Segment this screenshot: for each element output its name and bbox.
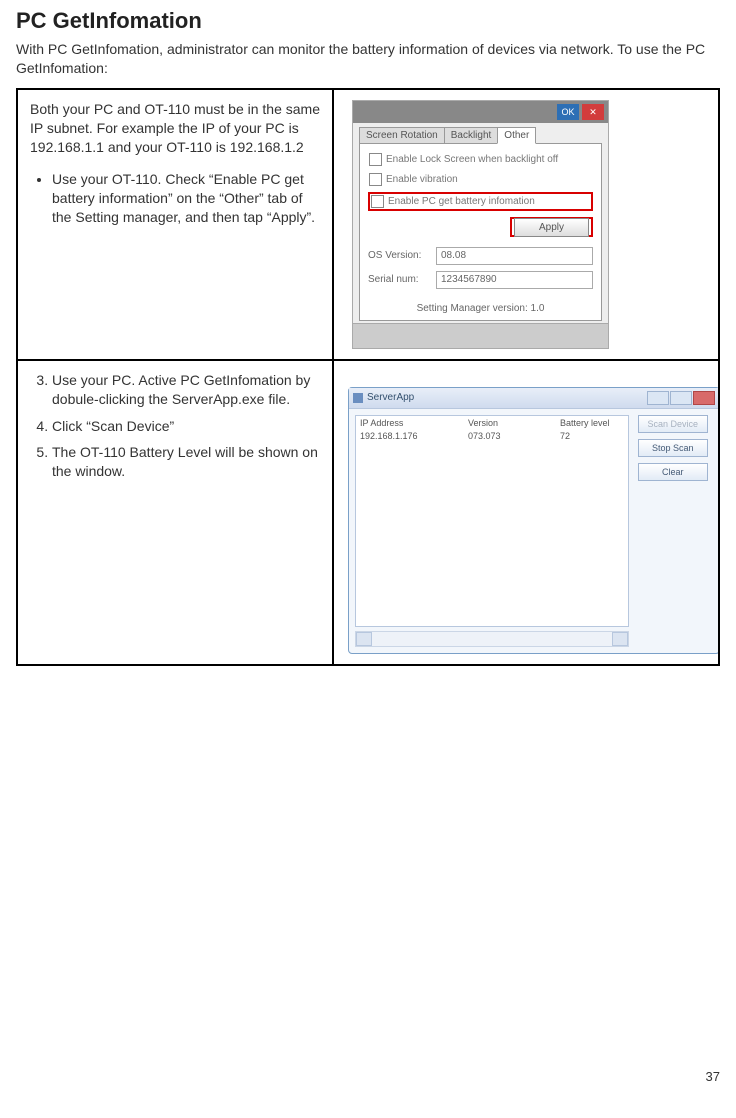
cell-battery: 72 [560,431,624,441]
page-number: 37 [706,1069,720,1084]
checkbox-icon [369,173,382,186]
apply-button[interactable]: Apply [514,218,589,237]
table-row: Both your PC and OT-110 must be in the s… [17,89,719,360]
checkbox-label: Enable Lock Screen when backlight off [386,154,558,165]
close-icon[interactable] [693,391,715,405]
step-4: Click “Scan Device” [52,417,320,436]
checkbox-vibration[interactable]: Enable vibration [368,172,593,187]
serial-num-field[interactable]: 1234567890 [436,271,593,289]
tab-other[interactable]: Other [497,127,536,144]
checkbox-label: Enable PC get battery infomation [388,196,535,207]
ok-button[interactable]: OK [557,104,579,120]
clear-button[interactable]: Clear [638,463,708,481]
os-version-label: OS Version: [368,250,432,261]
app-icon [353,393,363,403]
serverapp-title: ServerApp [367,392,414,403]
device-list[interactable]: IP Address Version Battery level 192.168… [355,415,629,627]
setting-manager-window: OK ✕ Screen Rotation Backlight Other Ena… [352,100,609,349]
device-bottombar [353,323,608,348]
manager-version-text: Setting Manager version: 1.0 [368,303,593,314]
minimize-icon[interactable] [647,391,669,405]
serverapp-window: ServerApp IP Address Version [348,387,720,654]
checkbox-icon [371,195,384,208]
stop-scan-button[interactable]: Stop Scan [638,439,708,457]
tab-screen-rotation[interactable]: Screen Rotation [359,127,445,144]
maximize-icon[interactable] [670,391,692,405]
table-row: Use your PC. Active PC GetInfomation by … [17,360,719,665]
lead-text: With PC GetInfomation, administrator can… [16,40,720,78]
step-3: Use your PC. Active PC GetInfomation by … [52,371,320,409]
col-version: Version [468,418,560,428]
checkbox-pc-get-battery[interactable]: Enable PC get battery infomation [368,192,593,211]
setting-manager-titlebar: OK ✕ [353,101,608,123]
instruction-table: Both your PC and OT-110 must be in the s… [16,88,720,666]
scan-device-button[interactable]: Scan Device [638,415,708,433]
col-ip: IP Address [360,418,468,428]
row1-intro: Both your PC and OT-110 must be in the s… [30,100,320,157]
close-icon[interactable]: ✕ [582,104,604,120]
checkbox-lock-screen[interactable]: Enable Lock Screen when backlight off [368,152,593,167]
checkbox-label: Enable vibration [386,174,458,185]
list-header: IP Address Version Battery level [356,416,628,430]
col-battery: Battery level [560,418,624,428]
row1-bullet: Use your OT-110. Check “Enable PC get ba… [52,170,320,227]
apply-button-highlight: Apply [510,217,593,237]
cell-version: 073.073 [468,431,560,441]
serverapp-titlebar: ServerApp [349,388,719,409]
page-title: PC GetInfomation [16,8,720,34]
tab-backlight[interactable]: Backlight [444,127,499,144]
cell-ip: 192.168.1.176 [360,431,468,441]
serial-num-label: Serial num: [368,274,432,285]
horizontal-scrollbar[interactable] [355,631,629,647]
os-version-field[interactable]: 08.08 [436,247,593,265]
checkbox-icon [369,153,382,166]
list-item[interactable]: 192.168.1.176 073.073 72 [356,430,628,442]
step-5: The OT-110 Battery Level will be shown o… [52,443,320,481]
